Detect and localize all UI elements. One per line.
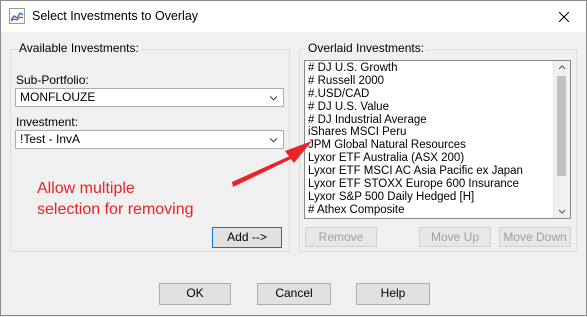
- sub-portfolio-value: MONFLOUZE: [20, 90, 96, 104]
- ok-button[interactable]: OK: [159, 283, 231, 305]
- list-item[interactable]: Lyxor S&P 500 Daily Hedged [H]: [308, 191, 553, 204]
- dialog-window: Select Investments to Overlay Available …: [0, 0, 587, 316]
- investment-select[interactable]: !Test - InvA: [15, 130, 284, 149]
- chart-icon: [9, 8, 25, 24]
- cancel-button[interactable]: Cancel: [257, 283, 331, 305]
- annotation-line-1: Allow multiple: [37, 180, 135, 197]
- move-down-button[interactable]: Move Down: [499, 227, 571, 247]
- remove-button[interactable]: Remove: [305, 227, 377, 247]
- list-item[interactable]: Lyxor ETF Australia (ASX 200): [308, 152, 553, 165]
- overlaid-investments-list[interactable]: # DJ U.S. Growth # Russell 2000 #.USD/CA…: [304, 60, 571, 219]
- close-icon: [559, 11, 569, 22]
- sub-portfolio-label: Sub-Portfolio:: [16, 73, 89, 87]
- available-investments-label: Available Investments:: [17, 41, 141, 55]
- list-item[interactable]: # DJ U.S. Growth: [308, 62, 553, 75]
- scrollbar-thumb[interactable]: [557, 76, 566, 176]
- scroll-down-icon[interactable]: [554, 204, 570, 218]
- help-button[interactable]: Help: [356, 283, 430, 305]
- overlaid-items: # DJ U.S. Growth # Russell 2000 #.USD/CA…: [308, 62, 553, 217]
- list-item[interactable]: # Russell 2000: [308, 75, 553, 88]
- investment-value: !Test - InvA: [20, 132, 81, 146]
- sub-portfolio-select[interactable]: MONFLOUZE: [15, 88, 284, 107]
- overlaid-investments-label: Overlaid Investments:: [306, 41, 427, 55]
- window-title: Select Investments to Overlay: [32, 9, 199, 23]
- annotation-line-2: selection for removing: [37, 201, 194, 218]
- add-button[interactable]: Add -->: [212, 227, 282, 248]
- list-item[interactable]: Lyxor ETF MSCI AC Asia Pacific ex Japan: [308, 165, 553, 178]
- move-up-button[interactable]: Move Up: [419, 227, 491, 247]
- list-item[interactable]: JPM Global Natural Resources: [308, 139, 553, 152]
- chevron-down-icon: [270, 95, 277, 101]
- investment-label: Investment:: [16, 115, 79, 129]
- list-item[interactable]: # Athex Composite: [308, 204, 553, 217]
- title-bar: Select Investments to Overlay: [1, 1, 586, 32]
- list-item[interactable]: #.USD/CAD: [308, 88, 553, 101]
- list-item[interactable]: iShares MSCI Peru: [308, 126, 553, 139]
- list-item[interactable]: Lyxor ETF STOXX Europe 600 Insurance: [308, 178, 553, 191]
- annotation-note: Allow multiple selection for removing: [37, 178, 194, 220]
- list-scrollbar[interactable]: [553, 61, 570, 218]
- list-item[interactable]: # DJ U.S. Value: [308, 101, 553, 114]
- list-item[interactable]: # DJ Industrial Average: [308, 114, 553, 127]
- scroll-up-icon[interactable]: [554, 61, 570, 75]
- close-button[interactable]: [542, 1, 586, 32]
- chevron-down-icon: [270, 137, 277, 143]
